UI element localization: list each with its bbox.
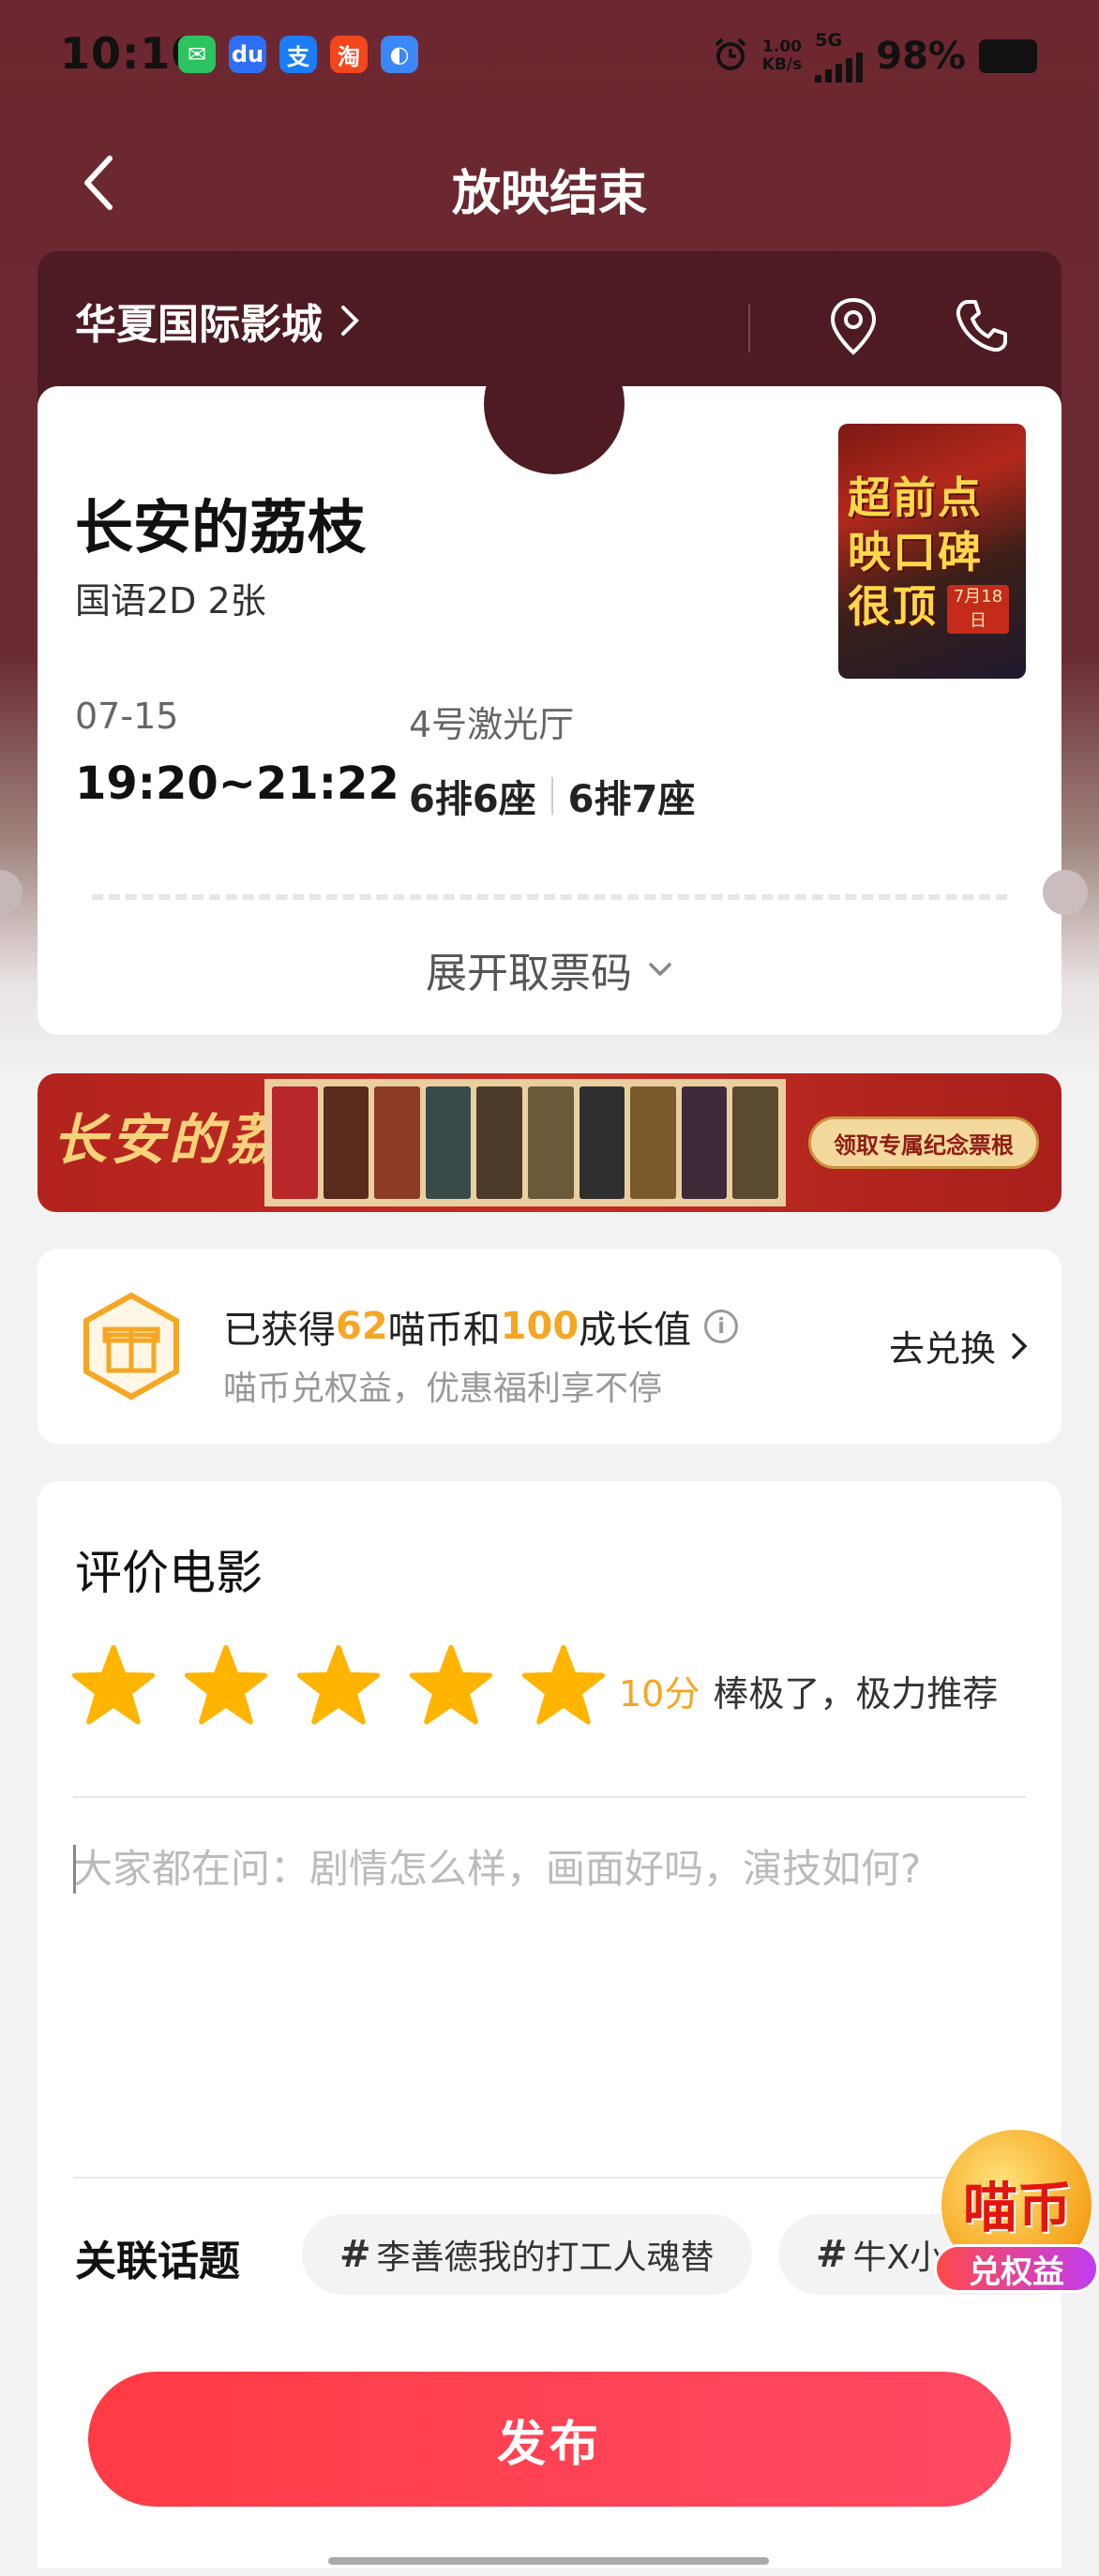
- exchange-button[interactable]: 去兑换: [889, 1320, 1028, 1371]
- expand-ticket-code-button[interactable]: 展开取票码: [38, 939, 1061, 999]
- battery-icon: [979, 39, 1037, 73]
- float-badge-title: 喵币: [962, 2176, 1072, 2239]
- topics-label: 关联话题: [75, 2238, 240, 2285]
- souvenir-ticket-thumbnail: [323, 1086, 369, 1199]
- phone-button[interactable]: [941, 287, 1020, 366]
- ticket-perforation: [92, 894, 1007, 900]
- review-card: 评价电影 10分 棒极了，极力推荐 关联话题 #李善德我的打工人魂替 #牛X小.…: [38, 1481, 1078, 2569]
- seat: 6排6座: [409, 778, 536, 821]
- star-icon[interactable]: [409, 1644, 493, 1729]
- souvenir-ticket-thumbnail: [374, 1086, 420, 1199]
- page: 10:10 ✉ du 支淘 ◐ 1.00 KB/s 5G 98% 放映结束 华夏…: [0, 0, 1099, 2576]
- home-indicator[interactable]: [328, 2557, 769, 2565]
- hashtag-icon: #: [339, 2233, 371, 2276]
- hall-name: 4号激光厅: [409, 704, 575, 745]
- ticket-card: 长安的荔枝 国语2D 2张 超前点映口碑很顶 7月18日 07-15 19:20…: [38, 334, 1061, 1035]
- souvenir-ticket-thumbnail: [630, 1086, 676, 1199]
- expand-code-label: 展开取票码: [426, 950, 632, 997]
- banner-ticket-strip: [264, 1079, 786, 1206]
- score-description: 棒极了，极力推荐: [713, 1673, 999, 1715]
- topic-chip[interactable]: # 李善德我的打工人魂替: [302, 2214, 752, 2295]
- info-icon[interactable]: i: [704, 1310, 739, 1343]
- seat-list: 6排6座 6排7座: [409, 769, 695, 823]
- growth-count: 100: [500, 1305, 580, 1348]
- souvenir-ticket-thumbnail: [425, 1086, 472, 1199]
- review-input[interactable]: [73, 1837, 1026, 2212]
- gift-hexagon-icon: [83, 1292, 179, 1400]
- network-speed: 1.00 KB/s: [761, 37, 803, 74]
- status-app-icons: ✉ du 支淘 ◐: [178, 36, 418, 73]
- seat: 6排7座: [567, 778, 696, 821]
- publish-button[interactable]: 发布: [88, 2372, 1011, 2507]
- float-badge-subtitle: 兑权益: [934, 2244, 1099, 2293]
- status-indicators: 1.00 KB/s 5G 98%: [712, 30, 1037, 82]
- claim-souvenir-button[interactable]: 领取专属纪念票根: [808, 1116, 1039, 1169]
- signal-icon: [815, 51, 864, 82]
- alarm-icon: [712, 36, 749, 77]
- location-pin-icon: [830, 297, 877, 355]
- location-button[interactable]: [814, 287, 893, 366]
- show-time: 19:20~21:22: [75, 757, 399, 810]
- souvenir-ticket-thumbnail: [579, 1086, 625, 1199]
- page-title: 放映结束: [451, 166, 647, 222]
- review-title: 评价电影: [75, 1546, 263, 1600]
- souvenir-ticket-thumbnail: [732, 1086, 778, 1199]
- status-bar: 10:10 ✉ du 支淘 ◐ 1.00 KB/s 5G 98%: [0, 0, 1099, 112]
- ticket-notch-left: [0, 870, 23, 915]
- text-caret: [73, 1845, 76, 1894]
- souvenir-ticket-thumbnail: [681, 1086, 728, 1199]
- battery-percent: 98%: [876, 35, 966, 78]
- souvenir-ticket-banner[interactable]: 长安的荔枝 领取专属纪念票根: [38, 1073, 1061, 1212]
- coin-exchange-floating-button[interactable]: 喵币 兑权益: [934, 2130, 1099, 2299]
- score-value: 10分: [619, 1673, 700, 1715]
- divider: [73, 1796, 1026, 1798]
- star-icon[interactable]: [71, 1644, 156, 1729]
- cinema-name: 华夏国际影城: [75, 301, 323, 349]
- star-icon[interactable]: [521, 1644, 606, 1729]
- reward-card: 已获得 62 喵币和 100 成长值 i 喵币兑权益，优惠福利享不停 去兑换: [38, 1249, 1061, 1444]
- divider: [748, 304, 750, 352]
- signal-indicator: 5G: [815, 30, 864, 82]
- chevron-right-icon: [341, 306, 359, 336]
- coin-count: 62: [336, 1305, 388, 1348]
- cinema-link[interactable]: 华夏国际影城: [75, 291, 360, 351]
- reward-subtitle: 喵币兑权益，优惠福利享不停: [223, 1370, 663, 1408]
- movie-format: 国语2D 2张: [75, 580, 266, 622]
- ticket-notch: [484, 334, 625, 474]
- movie-title: 长安的荔枝: [75, 493, 367, 562]
- souvenir-ticket-thumbnail: [272, 1086, 318, 1199]
- chevron-right-icon: [1012, 1332, 1028, 1359]
- chevron-down-icon: [649, 963, 671, 977]
- souvenir-ticket-thumbnail: [476, 1086, 522, 1199]
- seat-separator: [550, 777, 553, 815]
- phone-icon: [956, 300, 1007, 352]
- alipay-icon: 支: [279, 36, 317, 73]
- ticket-notch-right: [1043, 870, 1088, 915]
- divider: [73, 2177, 1026, 2179]
- taobao-icon: 淘: [330, 36, 368, 73]
- souvenir-ticket-thumbnail: [527, 1086, 574, 1199]
- hashtag-icon: #: [816, 2233, 848, 2276]
- browser-icon: ◐: [381, 36, 418, 73]
- movie-poster[interactable]: 超前点映口碑很顶 7月18日: [838, 424, 1026, 679]
- star-rating[interactable]: [71, 1644, 606, 1729]
- reward-summary: 已获得 62 喵币和 100 成长值 i: [223, 1299, 739, 1354]
- wechat-icon: ✉: [178, 36, 216, 73]
- star-icon[interactable]: [296, 1644, 381, 1729]
- star-icon[interactable]: [184, 1644, 268, 1729]
- score: 10分 棒极了，极力推荐: [619, 1665, 998, 1716]
- header: 放映结束: [0, 122, 1099, 244]
- poster-date: 7月18日: [947, 585, 1009, 634]
- baidu-icon: du: [229, 36, 266, 73]
- show-date: 07-15: [75, 696, 179, 737]
